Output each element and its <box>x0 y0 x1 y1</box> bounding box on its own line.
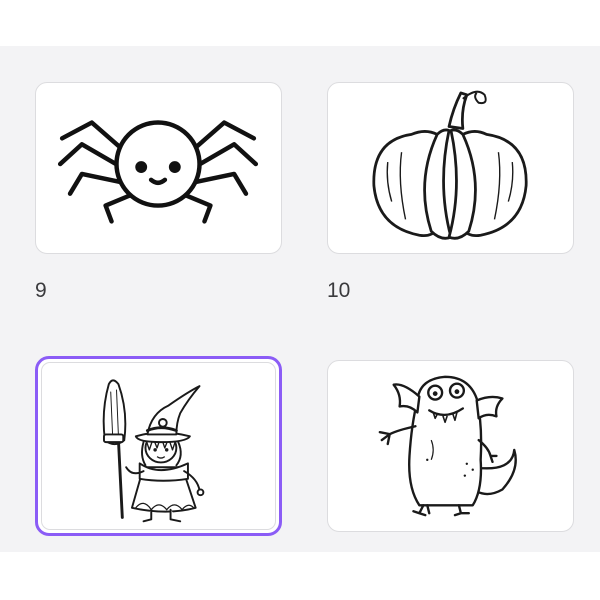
page-number-9: 9 <box>35 279 47 302</box>
page-thumbnail-selected[interactable] <box>35 356 282 536</box>
pumpkin-icon <box>372 90 528 240</box>
witch-icon <box>102 379 205 523</box>
spider-icon <box>57 120 259 224</box>
page-number-10: 10 <box>327 279 351 302</box>
page-thumbnail-9[interactable] <box>35 82 282 254</box>
monster-icon <box>378 375 517 517</box>
page-thumbnail-monster[interactable] <box>327 360 574 532</box>
page-thumbnail-10[interactable] <box>327 82 574 254</box>
